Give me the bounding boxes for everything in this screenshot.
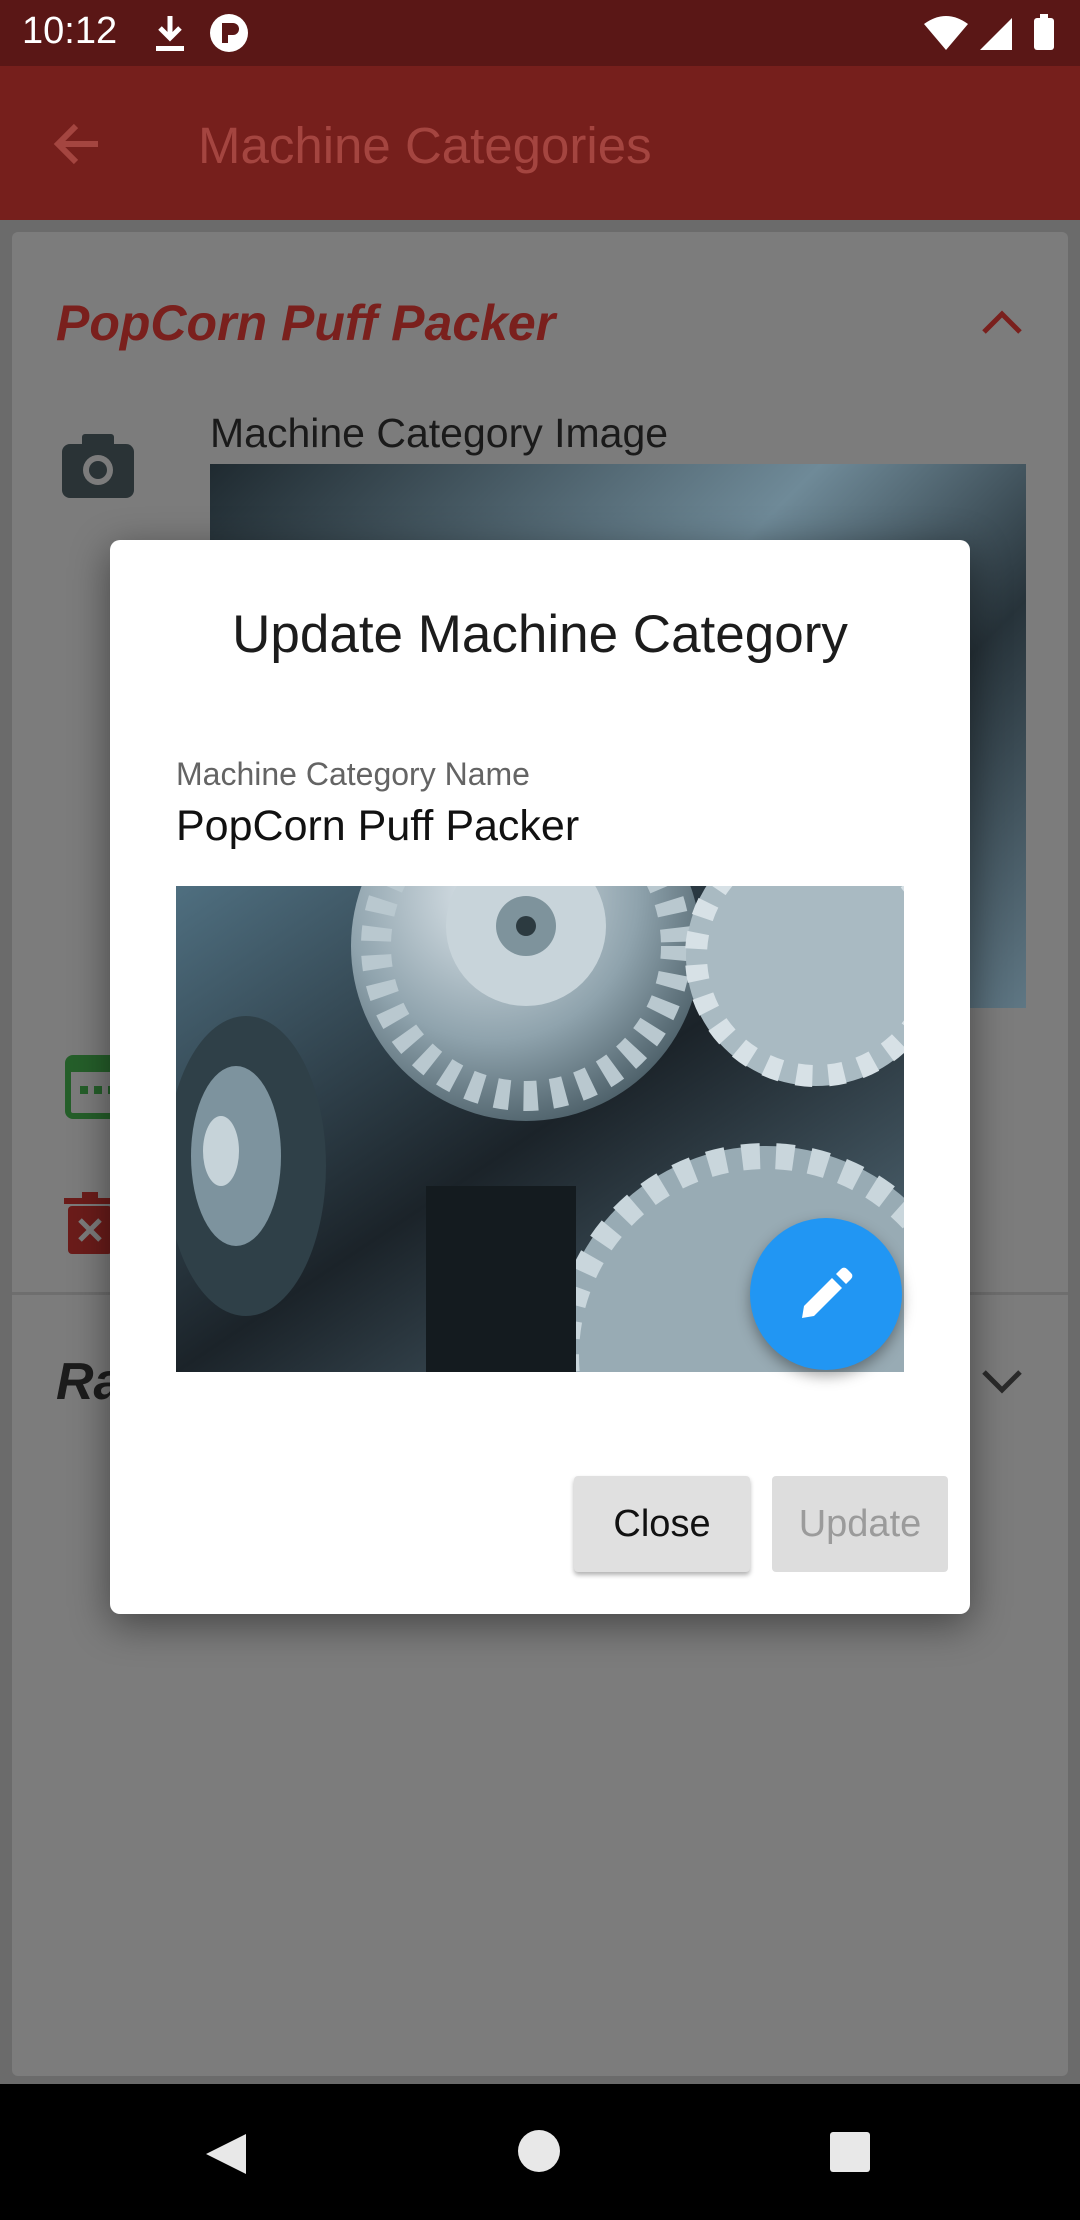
wifi-icon [924,16,968,50]
card-title: PopCorn Puff Packer [56,295,556,351]
camera-icon[interactable] [60,432,136,500]
battery-icon [1034,18,1054,50]
app-bar: Machine Categories [0,66,1080,220]
chevron-up-icon[interactable] [972,302,1032,342]
status-bar: 10:12 [0,0,1080,66]
pencil-icon [802,1267,853,1318]
navigation-bar [0,2084,1080,2220]
image-label: Machine Category Image [210,410,669,456]
status-icons [924,14,1054,50]
edit-image-button[interactable] [750,1218,902,1370]
close-button[interactable]: Close [574,1476,750,1572]
nav-home-icon[interactable] [516,2128,562,2174]
dialog-title: Update Machine Category [232,605,848,664]
update-dialog: Update Machine Category Machine Category… [110,540,970,1614]
delete-icon[interactable] [64,1192,116,1254]
r-icon [210,14,248,52]
category-name-field[interactable]: PopCorn Puff Packer [176,802,579,851]
signal-icon [980,18,1012,50]
nav-recent-icon[interactable] [828,2130,872,2174]
arrow-back-icon[interactable] [40,106,116,182]
download-icon [156,16,184,51]
status-time: 10:12 [22,10,118,52]
update-button[interactable]: Update [772,1476,948,1572]
category-name-label: Machine Category Name [176,756,530,792]
chevron-down-icon[interactable] [972,1362,1032,1402]
page-title: Machine Categories [198,117,652,174]
nav-back-icon[interactable] [202,2130,250,2178]
